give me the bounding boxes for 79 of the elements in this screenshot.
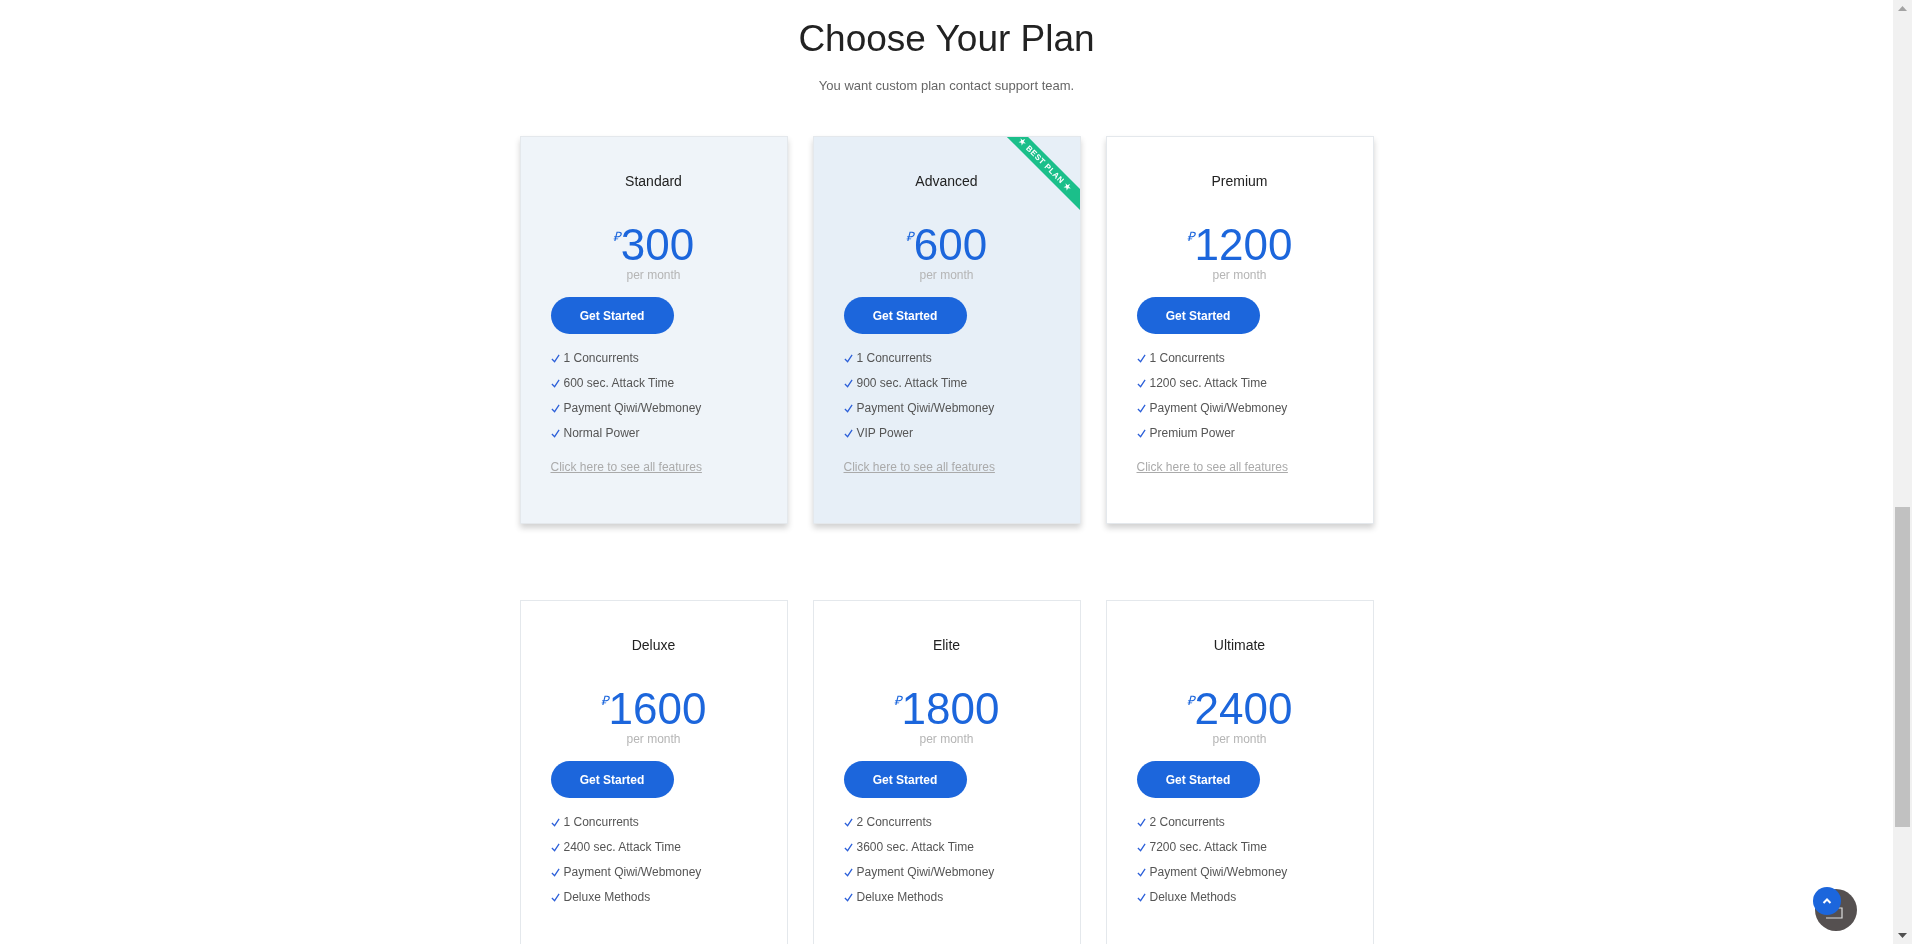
check-icon [550,428,560,438]
check-icon [843,353,853,363]
feature-text: 1 Concurrents [1149,351,1225,365]
currency-sign: ₽ [600,692,609,709]
price-period: per month [626,268,681,282]
feature-text: 2 Concurrents [1149,815,1225,829]
plan-name: Elite [932,637,961,653]
scroll-up-icon[interactable] [1898,6,1907,11]
check-icon [550,842,560,852]
check-icon [843,867,853,877]
currency-sign: ₽ [1186,692,1195,709]
check-icon [1136,378,1146,388]
get-started-button[interactable]: Get Started [1136,297,1260,334]
feature-text: Deluxe Methods [856,890,944,904]
feature-text: Deluxe Methods [563,890,651,904]
check-icon [1136,403,1146,413]
get-started-button[interactable]: Get Started [550,761,674,798]
price-period: per month [1212,268,1267,282]
price-period: per month [919,732,974,746]
feature-text: 3600 sec. Attack Time [856,840,974,854]
currency-sign: ₽ [905,228,914,245]
feature-text: 1 Concurrents [563,351,639,365]
currency-sign: ₽ [893,692,902,709]
check-icon [1136,428,1146,438]
feature-text: Payment Qiwi/Webmoney [856,865,995,879]
price-period: per month [919,268,974,282]
feature-text: 1200 sec. Attack Time [1149,376,1267,390]
feature-text: Payment Qiwi/Webmoney [856,401,995,415]
feature-text: Premium Power [1149,426,1235,440]
scroll-down-icon[interactable] [1898,933,1907,938]
currency-sign: ₽ [612,228,621,245]
check-icon [550,892,560,902]
check-icon [843,817,853,827]
feature-text: VIP Power [856,426,913,440]
get-started-button[interactable]: Get Started [1136,761,1260,798]
get-started-button[interactable]: Get Started [550,297,674,334]
page-title: Choose Your Plan [798,18,1095,60]
plan-name: Advanced [915,173,978,189]
back-to-top-button[interactable] [1812,886,1858,932]
check-icon [550,353,560,363]
check-icon [550,403,560,413]
price-period: per month [1212,732,1267,746]
subtitle: You want custom plan contact support team. [818,78,1075,93]
feature-text: 2400 sec. Attack Time [563,840,681,854]
check-icon [843,403,853,413]
feature-text: Normal Power [563,426,640,440]
feature-text: 600 sec. Attack Time [563,376,675,390]
get-started-button[interactable]: Get Started [843,761,967,798]
feature-text: Deluxe Methods [1149,890,1237,904]
get-started-button[interactable]: Get Started [843,297,967,334]
feature-text: 7200 sec. Attack Time [1149,840,1267,854]
feature-text: Payment Qiwi/Webmoney [563,865,702,879]
feature-text: Payment Qiwi/Webmoney [563,401,702,415]
check-icon [843,378,853,388]
scroll-thumb[interactable] [1895,507,1910,827]
feature-text: 1 Concurrents [856,351,932,365]
check-icon [550,817,560,827]
currency-sign: ₽ [1186,228,1195,245]
plan-name: Deluxe [631,637,676,653]
price-period: per month [626,732,681,746]
check-icon [1136,817,1146,827]
check-icon [550,378,560,388]
check-icon [1136,353,1146,363]
feature-text: 2 Concurrents [856,815,932,829]
feature-text: 900 sec. Attack Time [856,376,968,390]
check-icon [1136,892,1146,902]
feature-text: Payment Qiwi/Webmoney [1149,401,1288,415]
feature-text: 1 Concurrents [563,815,639,829]
plan-name: Premium [1211,173,1268,189]
check-icon [843,842,853,852]
scrollbar[interactable] [1893,0,1912,944]
check-icon [1136,842,1146,852]
check-icon [1136,867,1146,877]
plan-name: Standard [625,173,682,189]
plan-name: Ultimate [1213,637,1266,653]
check-icon [843,892,853,902]
feature-text: Payment Qiwi/Webmoney [1149,865,1288,879]
check-icon [843,428,853,438]
check-icon [550,867,560,877]
